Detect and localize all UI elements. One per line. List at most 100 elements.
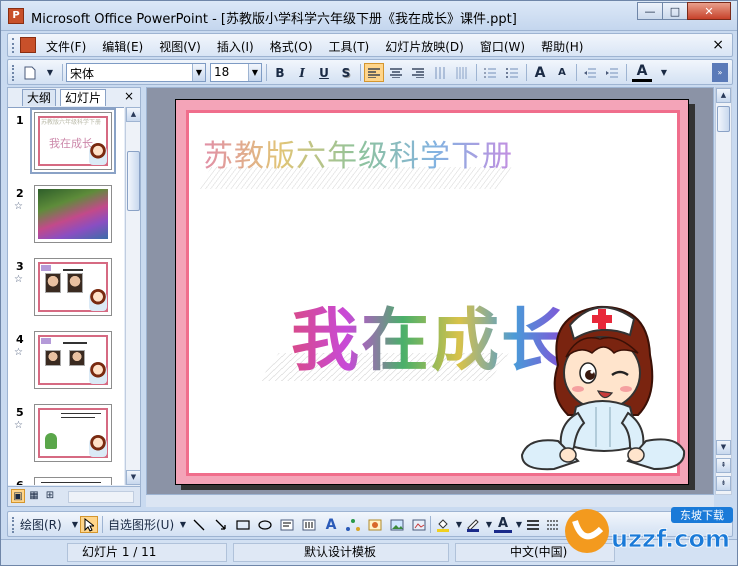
dash-style-icon[interactable]	[544, 516, 562, 533]
slide-thumbnail-image[interactable]	[34, 404, 112, 462]
toolbar-dropdown-icon[interactable]: ▼	[40, 63, 60, 82]
distribute-text-icon[interactable]	[452, 63, 472, 82]
menu-edit[interactable]: 编辑(E)	[102, 38, 143, 55]
scroll-down-icon[interactable]: ▼	[126, 470, 141, 485]
tab-outline[interactable]: 大纲	[22, 89, 57, 106]
font-name-value: 宋体	[70, 67, 95, 81]
align-right-icon[interactable]	[408, 63, 428, 82]
slide-thumbnail-4[interactable]: 4 ☆	[8, 331, 124, 393]
slide-title[interactable]: 苏教版六年级科学下册	[203, 131, 513, 175]
menu-grip-handle[interactable]	[12, 38, 15, 53]
thumbnails-scrollbar[interactable]: ▲ ▼	[125, 107, 141, 485]
site-watermark-logo: 东坡下载 uzzf.com	[561, 501, 736, 559]
menu-slideshow[interactable]: 幻灯片放映(D)	[385, 38, 464, 55]
select-objects-icon[interactable]	[80, 516, 98, 533]
chevron-down-icon[interactable]: ▼	[248, 64, 261, 81]
decrease-indent-icon[interactable]	[580, 63, 600, 82]
arrow-tool-icon[interactable]	[212, 516, 230, 533]
insert-picture-icon[interactable]	[388, 516, 406, 533]
italic-button[interactable]: I	[292, 63, 312, 82]
chevron-down-icon[interactable]: ▼	[192, 64, 205, 81]
diagram-icon[interactable]	[344, 516, 362, 533]
textbox-tool-icon[interactable]	[278, 516, 296, 533]
menu-file[interactable]: 文件(F)	[46, 38, 86, 55]
toolbar-separator	[102, 516, 103, 533]
font-color-button[interactable]: A	[632, 63, 652, 82]
scroll-up-icon[interactable]: ▲	[716, 88, 731, 103]
minimize-button[interactable]: —	[637, 2, 663, 20]
toolbar-grip-handle[interactable]	[12, 65, 15, 81]
nurse-illustration[interactable]	[518, 295, 688, 475]
close-document-button[interactable]: ×	[712, 37, 724, 53]
picture-icon[interactable]	[410, 516, 428, 533]
slide-number: 2	[16, 187, 24, 200]
bold-button[interactable]: B	[270, 63, 290, 82]
numbering-icon[interactable]	[480, 63, 500, 82]
slide-thumbnail-image[interactable]	[34, 331, 112, 389]
animation-star-icon: ☆	[14, 347, 23, 358]
chevron-down-icon[interactable]: ▼	[654, 63, 674, 82]
nurse-illustration-thumb	[89, 362, 107, 384]
underline-button[interactable]: U	[314, 63, 334, 82]
increase-font-button[interactable]: A	[530, 63, 550, 82]
slide-thumbnail-image[interactable]: 苏教版六年级科学下册 我在成长	[30, 108, 116, 174]
scroll-up-icon[interactable]: ▲	[126, 107, 141, 122]
menu-help[interactable]: 帮助(H)	[541, 38, 583, 55]
slide-sorter-view-icon[interactable]: ▦	[27, 489, 41, 503]
draw-menu-button[interactable]: 绘图(R)	[20, 516, 62, 533]
next-slide-icon[interactable]: ⇟	[716, 476, 731, 491]
wordart-icon[interactable]: A	[322, 516, 340, 533]
menu-window[interactable]: 窗口(W)	[480, 38, 525, 55]
oval-tool-icon[interactable]	[256, 516, 274, 533]
previous-slide-icon[interactable]: ⇞	[716, 458, 731, 473]
line-style-icon[interactable]	[524, 516, 542, 533]
decrease-font-button[interactable]: A	[552, 63, 572, 82]
shadow-button[interactable]: S	[336, 63, 356, 82]
slide-thumbnail-5[interactable]: 5 ☆	[8, 404, 124, 466]
document-icon[interactable]	[20, 37, 36, 53]
bullets-icon[interactable]	[502, 63, 522, 82]
slide-thumbnail-image[interactable]	[34, 477, 112, 485]
pane-horizontal-scrollbar[interactable]	[68, 491, 134, 503]
toolbar-options-icon[interactable]: »	[712, 63, 728, 82]
design-template-status[interactable]: 默认设计模板	[233, 543, 449, 562]
slide-vertical-scrollbar[interactable]: ▲ ▼ ⇞ ⇟	[715, 87, 732, 495]
font-size-select[interactable]: 18 ▼	[210, 63, 262, 82]
slide-thumbnail-2[interactable]: 2 ☆	[8, 185, 124, 247]
tab-slides[interactable]: 幻灯片	[60, 89, 107, 106]
view-buttons: ▣ ▦ ⊞	[8, 486, 140, 506]
line-tool-icon[interactable]	[190, 516, 208, 533]
slide-thumbnail-image[interactable]	[34, 185, 112, 243]
menu-format[interactable]: 格式(O)	[270, 38, 313, 55]
scrollbar-thumb[interactable]	[127, 151, 140, 211]
slide-thumbnail-3[interactable]: 3 ☆	[8, 258, 124, 320]
menu-insert[interactable]: 插入(I)	[217, 38, 254, 55]
align-left-icon[interactable]	[364, 63, 384, 82]
menu-tools[interactable]: 工具(T)	[329, 38, 370, 55]
new-document-icon[interactable]	[20, 63, 40, 82]
font-name-select[interactable]: 宋体 ▼	[66, 63, 206, 82]
menu-view[interactable]: 视图(V)	[159, 38, 201, 55]
clipart-icon[interactable]	[366, 516, 384, 533]
garden-photo	[38, 189, 108, 239]
slide-thumbnail-image[interactable]	[34, 258, 112, 316]
normal-view-icon[interactable]: ▣	[11, 489, 25, 503]
maximize-button[interactable]: □	[662, 2, 688, 20]
increase-indent-icon[interactable]	[602, 63, 622, 82]
vertical-text-icon[interactable]	[430, 63, 450, 82]
close-window-button[interactable]: ✕	[687, 2, 731, 20]
autoshapes-menu-button[interactable]: 自选图形(U)	[108, 516, 174, 533]
scroll-down-icon[interactable]: ▼	[716, 440, 731, 455]
close-pane-button[interactable]: ×	[124, 89, 134, 103]
slideshow-view-icon[interactable]: ⊞	[43, 489, 57, 503]
scrollbar-thumb[interactable]	[717, 106, 730, 132]
slide-thumbnails: 1 苏教版六年级科学下册 我在成长 2 ☆ 3 ☆ 4 ☆ 5 ☆	[8, 107, 124, 485]
powerpoint-app-icon[interactable]: P	[8, 8, 24, 24]
rectangle-tool-icon[interactable]	[234, 516, 252, 533]
current-slide[interactable]: 苏教版六年级科学下册 我在成长	[175, 99, 689, 485]
align-center-icon[interactable]	[386, 63, 406, 82]
toolbar-grip-handle[interactable]	[12, 517, 15, 533]
slide-thumbnail-6[interactable]: 6	[8, 477, 124, 485]
vertical-textbox-tool-icon[interactable]	[300, 516, 318, 533]
slide-thumbnail-1[interactable]: 1 苏教版六年级科学下册 我在成长	[8, 108, 124, 174]
